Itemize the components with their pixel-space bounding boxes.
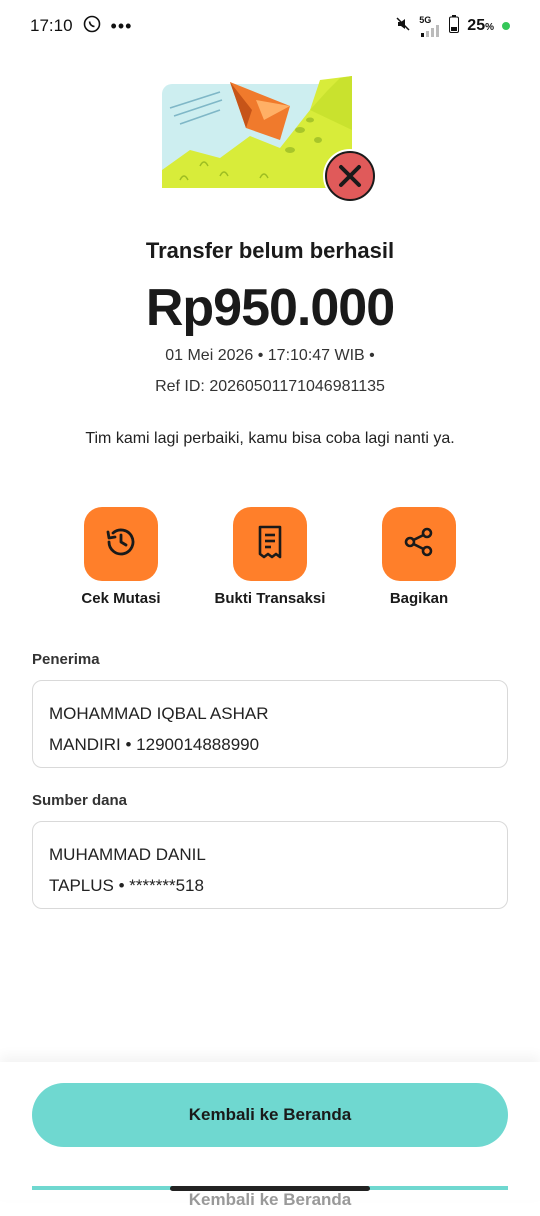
share-label: Bagikan (389, 590, 449, 607)
recipient-name: MOHAMMAD IQBAL ASHAR (49, 704, 269, 723)
check-mutation-button[interactable] (84, 507, 158, 581)
signal-icon: 5G (419, 14, 441, 37)
recipient-section-label: Penerima (32, 651, 100, 668)
status-time: 17:10 (30, 16, 73, 35)
back-to-home-button[interactable]: Kembali ke Beranda (32, 1083, 508, 1147)
failed-transfer-illustration (160, 70, 380, 210)
receipt-icon (253, 524, 287, 565)
battery-icon (449, 14, 460, 38)
source-card: MUHAMMAD DANIL TAPLUS • *******518 (32, 821, 508, 909)
whatsapp-icon (83, 15, 101, 38)
transaction-proof-label: Bukti Transaksi (214, 590, 326, 607)
failure-message: Tim kami lagi perbaiki, kamu bisa coba l… (85, 430, 455, 447)
reference-id: Ref ID: 20260501171046981135 (155, 378, 385, 395)
network-type: 5G (419, 14, 432, 25)
status-bar: 17:10 ••• 5G 25% (0, 0, 540, 52)
battery-level: 25% (467, 17, 494, 34)
transfer-amount: Rp950.000 (145, 279, 395, 337)
share-button[interactable] (382, 507, 456, 581)
source-section-label: Sumber dana (32, 792, 128, 809)
check-mutation-action[interactable]: Cek Mutasi (56, 507, 186, 607)
source-account: TAPLUS • *******518 (49, 876, 204, 895)
transaction-proof-action[interactable]: Bukti Transaksi (205, 507, 335, 607)
status-right: 5G 25% (395, 14, 510, 38)
status-left: 17:10 ••• (30, 15, 132, 38)
active-indicator-dot (502, 22, 510, 30)
more-notifications-icon: ••• (110, 15, 133, 36)
mute-icon (395, 16, 411, 37)
transaction-proof-button[interactable] (233, 507, 307, 581)
recipient-account: MANDIRI • 1290014888990 (49, 735, 260, 754)
check-mutation-label: Cek Mutasi (81, 590, 161, 607)
share-action[interactable]: Bagikan (354, 507, 484, 607)
transfer-datetime: 01 Mei 2026 • 17:10:47 WIB • (165, 347, 375, 364)
home-indicator[interactable] (170, 1186, 370, 1191)
transfer-status-title: Transfer belum berhasil (145, 238, 395, 263)
history-icon (103, 524, 139, 565)
recipient-card: MOHAMMAD IQBAL ASHAR MANDIRI • 129001488… (32, 680, 508, 768)
share-icon (401, 524, 437, 565)
source-name: MUHAMMAD DANIL (49, 845, 206, 864)
